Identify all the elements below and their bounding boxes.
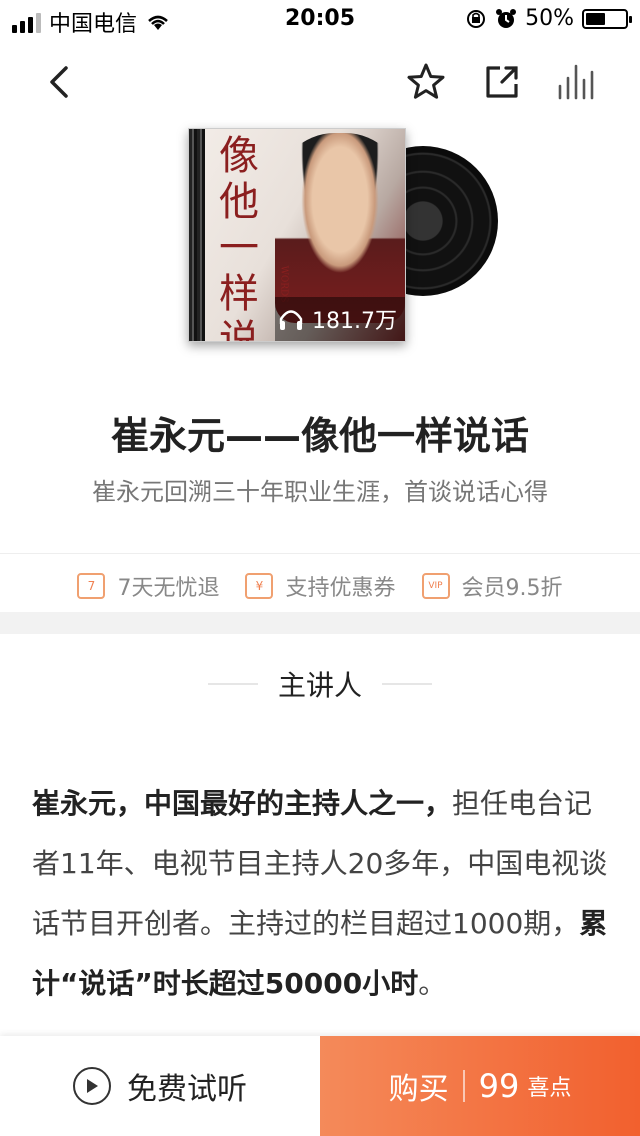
return-7-icon: 7 xyxy=(77,573,106,599)
battery-fill xyxy=(586,12,605,25)
free-trial-button[interactable]: 免费试听 xyxy=(0,1036,320,1136)
status-right: 50% xyxy=(465,6,632,31)
rotation-lock-icon xyxy=(467,9,486,28)
benefit-label: 7天无忧退 xyxy=(117,576,220,601)
host-portrait xyxy=(275,133,405,323)
benefit-vip[interactable]: VIP 会员9.5折 xyxy=(421,566,563,606)
benefit-coupon[interactable]: ¥ 支持优惠券 xyxy=(245,566,396,606)
section-gap xyxy=(0,612,640,634)
buy-button[interactable]: 购买 99 喜点 xyxy=(320,1036,640,1136)
nav-bar xyxy=(0,50,640,114)
price: 99 xyxy=(478,1067,520,1105)
buy-label: 购买 xyxy=(388,1072,449,1107)
host-bio: 崔永元，中国最好的主持人之一，担任电台记者11年、电视节目主持人20多年，中国电… xyxy=(32,774,612,1038)
status-bar: 中国电信 20:05 50% xyxy=(0,0,640,40)
book-subtitle: 崔永元回溯三十年职业生涯，首谈说话心得 xyxy=(92,478,548,506)
play-icon xyxy=(73,1067,111,1105)
vip-icon: VIP xyxy=(421,573,450,599)
share-icon[interactable] xyxy=(480,60,524,104)
divider-line xyxy=(207,683,258,685)
price-unit: 喜点 xyxy=(527,1076,572,1101)
cover-title-art: 像他一样说话 xyxy=(219,133,259,342)
coupon-icon: ¥ xyxy=(245,573,274,599)
alarm-icon xyxy=(496,8,517,28)
bio-bold-intro: 崔永元，中国最好的主持人之一， xyxy=(32,787,453,820)
benefit-label: 会员9.5折 xyxy=(461,576,563,601)
book-title: 崔永元——像他一样说话 xyxy=(110,414,529,458)
play-count: 181.7万 xyxy=(312,309,397,334)
equalizer-icon[interactable] xyxy=(554,60,598,104)
battery-percent: 50% xyxy=(525,6,574,31)
divider xyxy=(0,553,640,554)
benefits-row: 7 7天无忧退 ¥ 支持优惠券 VIP 会员9.5折 xyxy=(0,566,640,606)
bottom-bar: 免费试听 购买 99 喜点 xyxy=(0,1036,640,1136)
album-cover[interactable]: 像他一样说话 WORDS 181.7万 xyxy=(188,128,498,348)
battery-icon xyxy=(582,8,632,29)
buy-separator xyxy=(462,1070,465,1102)
back-icon[interactable] xyxy=(38,60,82,104)
headphones-icon xyxy=(279,310,303,330)
free-trial-label: 免费试听 xyxy=(127,1072,247,1107)
play-count-badge: 181.7万 xyxy=(275,297,405,341)
star-icon[interactable] xyxy=(404,60,448,104)
divider-line xyxy=(382,683,432,685)
benefit-return[interactable]: 7 7天无忧退 xyxy=(77,566,219,606)
benefit-label: 支持优惠券 xyxy=(285,576,396,601)
cover-art: 像他一样说话 WORDS 181.7万 xyxy=(188,128,406,342)
cover-spine xyxy=(189,129,205,341)
section-title: 主讲人 xyxy=(277,669,362,702)
section-header: 主讲人 xyxy=(0,664,640,704)
bio-end: 。 xyxy=(418,967,447,1000)
